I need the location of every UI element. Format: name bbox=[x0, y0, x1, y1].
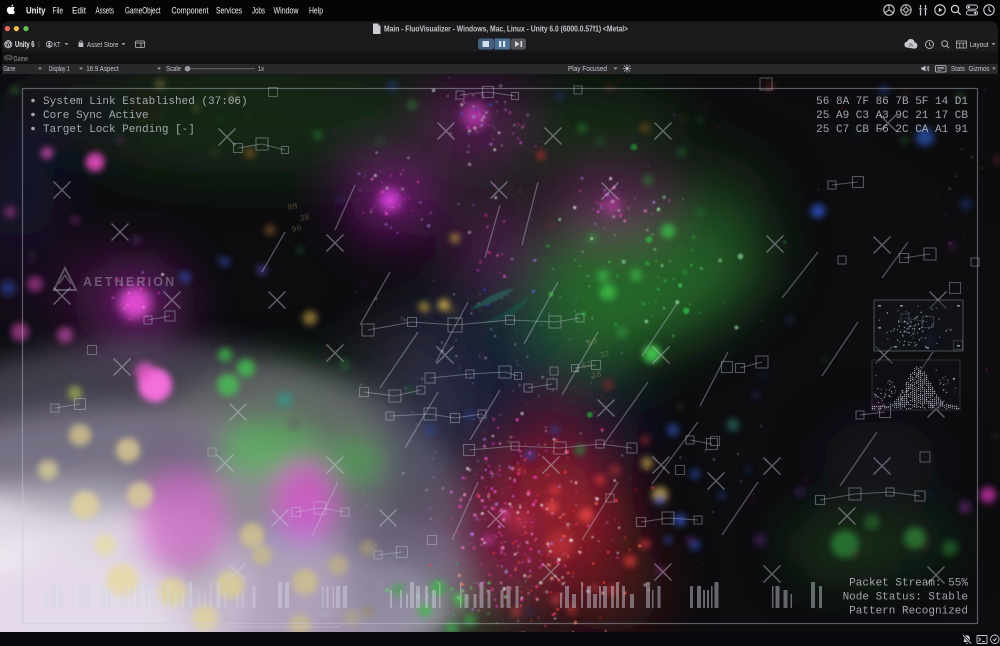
svg-text:Layout: Layout bbox=[970, 40, 990, 49]
svg-text:16:9 Aspect: 16:9 Aspect bbox=[86, 66, 119, 73]
svg-text:Services: Services bbox=[216, 5, 242, 15]
svg-text:Asset Store: Asset Store bbox=[87, 40, 119, 49]
svg-text:KT: KT bbox=[54, 40, 61, 49]
svg-text:Unity: Unity bbox=[26, 5, 46, 15]
svg-text:File: File bbox=[53, 5, 64, 15]
svg-text:Main - FluoVisualizer - Window: Main - FluoVisualizer - Windows, Mac, Li… bbox=[384, 24, 628, 34]
svg-text:1x: 1x bbox=[258, 66, 264, 73]
svg-text:Component: Component bbox=[172, 5, 209, 15]
svg-text:Assets: Assets bbox=[96, 5, 115, 15]
svg-text:Stats: Stats bbox=[951, 66, 965, 73]
svg-text:Display 1: Display 1 bbox=[49, 66, 70, 73]
svg-text:Game: Game bbox=[4, 66, 16, 73]
svg-text:Game: Game bbox=[14, 54, 29, 63]
svg-text:Help: Help bbox=[309, 5, 323, 15]
svg-text:Jobs: Jobs bbox=[252, 5, 265, 15]
svg-text:Scale: Scale bbox=[166, 66, 181, 73]
svg-text:Play Focused: Play Focused bbox=[568, 66, 607, 73]
svg-text:GameObject: GameObject bbox=[125, 5, 161, 15]
svg-text:Window: Window bbox=[274, 5, 299, 15]
svg-text:Unity 6: Unity 6 bbox=[15, 40, 35, 49]
svg-text:Gizmos: Gizmos bbox=[969, 66, 990, 73]
svg-text:Edit: Edit bbox=[72, 5, 86, 15]
